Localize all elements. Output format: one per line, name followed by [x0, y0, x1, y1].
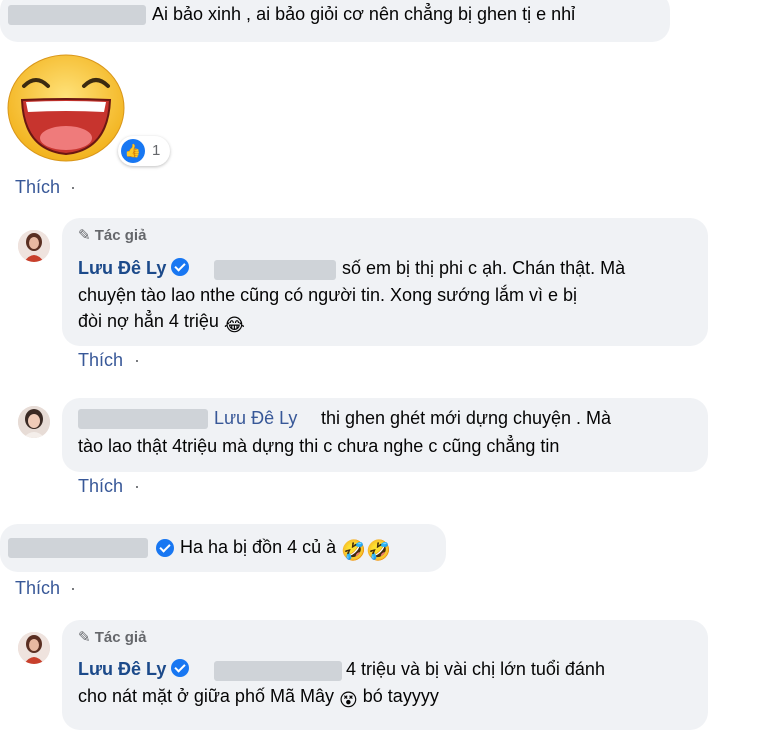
comment-line: Lưu Đê Ly — [78, 258, 190, 279]
redacted-mention — [214, 661, 342, 681]
like-link[interactable]: Thích — [78, 476, 123, 497]
separator-dot: · — [70, 177, 76, 197]
profile-photo — [18, 632, 50, 664]
verified-badge-icon — [171, 659, 190, 677]
like-icon: 👍 — [121, 139, 145, 163]
author-name[interactable]: Lưu Đê Ly — [78, 258, 166, 278]
redacted-commenter-name — [8, 538, 148, 558]
reaction-count: 1 — [152, 142, 161, 159]
comment-text-line: Ha ha bị đồn 4 củ à 🤣🤣 — [180, 537, 391, 562]
redacted-commenter-name — [8, 5, 146, 25]
comment-text: chuyện tào lao nthe cũng có người tin. X… — [78, 285, 577, 305]
verified-badge-icon — [171, 258, 190, 276]
like-link[interactable]: Thích — [78, 350, 123, 371]
reaction-counter[interactable]: 👍 1 — [118, 136, 170, 166]
like-link[interactable]: Thích — [15, 177, 60, 198]
separator-dot: · — [70, 578, 76, 598]
avatar[interactable] — [18, 406, 50, 438]
author-badge: ✎ Tác giả — [78, 629, 147, 646]
author-name[interactable]: Lưu Đê Ly — [78, 659, 166, 679]
separator-dot: · — [134, 476, 140, 496]
verified-badge-icon — [156, 539, 174, 557]
comment-text: Ai bảo xinh , ai bảo giỏi cơ nên chẳng b… — [152, 4, 576, 24]
comment-text-line2: cho nát mặt ở giữa phố Mã Mây 😵 bó tayyy… — [78, 686, 439, 710]
avatar[interactable] — [18, 632, 50, 664]
profile-photo — [18, 406, 50, 438]
rofl-icon: 🤣🤣 — [341, 540, 391, 562]
redacted-mention — [214, 260, 336, 280]
separator-dot: · — [134, 350, 140, 370]
redacted-commenter-name — [78, 409, 208, 429]
profile-photo — [18, 230, 50, 262]
like-link[interactable]: Thích — [15, 578, 60, 599]
mentioned-name[interactable]: Lưu Đê Ly — [214, 408, 297, 429]
pencil-icon: ✎ — [78, 227, 91, 244]
comment-text: số em bị thị phi c ạh. Chán thật. Mà — [342, 258, 626, 278]
avatar[interactable] — [18, 230, 50, 262]
author-badge: ✎ Tác giả — [78, 227, 147, 244]
comment-text-line3: đòi nợ hẳn 4 triệu 😂 — [78, 311, 245, 335]
dizzy-face-icon: 😵 — [339, 690, 358, 710]
tears-of-joy-icon: 😂 — [223, 315, 245, 335]
pencil-icon: ✎ — [78, 629, 91, 646]
laughing-face-sticker — [7, 54, 125, 162]
comment-text: thi ghen ghét mới dựng chuyện . Mà — [321, 408, 612, 428]
comment-line: Lưu Đê Ly — [78, 659, 190, 680]
comment-text: tào lao thật 4triệu mà dựng thi c chưa n… — [78, 436, 560, 456]
comment-text: 4 triệu và bị vài chị lớn tuổi đánh — [346, 659, 605, 679]
